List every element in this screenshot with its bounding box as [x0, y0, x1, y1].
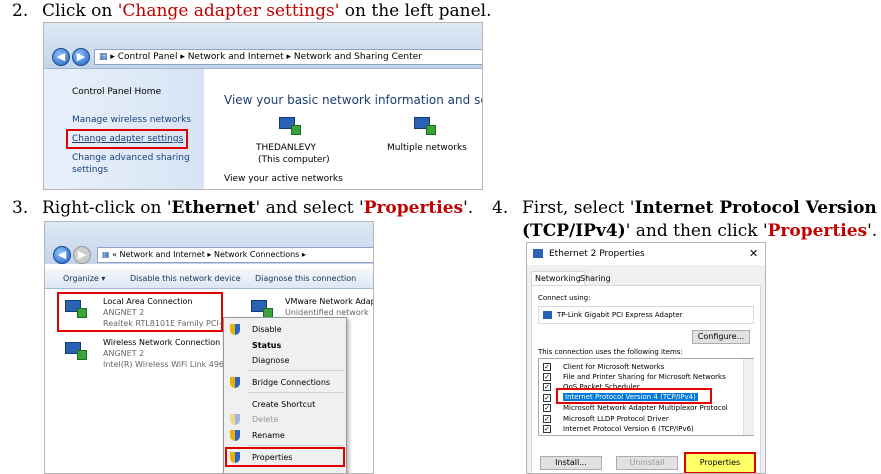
step-2-text: 2. Click on 'Change adapter settings' on … [12, 1, 492, 21]
dialog-title: Ethernet 2 Properties [549, 249, 645, 259]
adapter-status: Unidentified network [285, 308, 369, 317]
address-bar: ◀ ▶ ▦ « Network and Internet ▸ Network C… [45, 222, 373, 264]
item-checkbox[interactable]: ✓ [543, 415, 551, 423]
back-icon[interactable]: ◀ [52, 48, 70, 66]
shield-icon [230, 324, 240, 335]
folder-icon: ▦ [102, 250, 110, 259]
networking-panel: Connect using: TP-Link Gigabit PCI Expre… [531, 285, 761, 473]
highlight-box [66, 129, 188, 149]
change-advanced-sharing-link-line2[interactable]: settings [72, 165, 108, 175]
folder-icon: ▦ [99, 52, 108, 62]
network-icon [414, 117, 436, 135]
menu-item-shortcut[interactable]: Create Shortcut [252, 400, 315, 409]
highlight-box [556, 388, 712, 404]
network-label: Multiple networks [387, 143, 467, 153]
item-checkbox[interactable]: ✓ [543, 404, 551, 412]
item-checkbox[interactable]: ✓ [543, 363, 551, 371]
items-label: This connection uses the following items… [538, 348, 683, 356]
computer-icon [279, 117, 301, 135]
network-connections-screenshot: ◀ ▶ ▦ « Network and Internet ▸ Network C… [44, 221, 374, 474]
step-4-text-line2: (TCP/IPv4)' and then click 'Properties'. [522, 221, 878, 241]
change-advanced-sharing-link[interactable]: Change advanced sharing [72, 153, 190, 163]
item-checkbox[interactable]: ✓ [543, 425, 551, 433]
menu-separator [248, 445, 344, 446]
network-sharing-center-screenshot: ◀ ▶ ▦ ▸ Control Panel ▸ Network and Inte… [43, 22, 483, 190]
menu-item-status[interactable]: Status [252, 341, 281, 350]
properties-button[interactable]: Properties [684, 452, 756, 473]
organize-button[interactable]: Organize ▾ [63, 274, 105, 283]
menu-item-disable[interactable]: Disable [252, 325, 282, 334]
step-number: 3. [12, 198, 29, 218]
menu-item-diagnose[interactable]: Diagnose [252, 356, 289, 365]
adapter-name: Wireless Network Connection [103, 338, 221, 347]
manage-wireless-link[interactable]: Manage wireless networks [72, 115, 191, 125]
breadcrumb[interactable]: ▦ « Network and Internet ▸ Network Conne… [97, 247, 373, 263]
list-item[interactable]: Internet Protocol Version 6 (TCP/IPv6) [563, 425, 694, 433]
toolbar: Organize ▾ Disable this network device D… [45, 269, 373, 289]
shield-icon [230, 414, 240, 425]
list-item[interactable]: Client for Microsoft Networks [563, 363, 664, 371]
address-bar: ◀ ▶ ▦ ▸ Control Panel ▸ Network and Inte… [44, 23, 482, 69]
diagnose-button[interactable]: Diagnose this connection [255, 274, 356, 283]
menu-separator [248, 370, 344, 371]
highlight-text: Properties [363, 198, 464, 218]
menu-item-delete[interactable]: Delete [252, 415, 278, 424]
item-checkbox[interactable]: ✓ [543, 373, 551, 381]
list-item[interactable]: Microsoft Network Adapter Multiplexor Pr… [563, 404, 728, 412]
list-item[interactable]: Microsoft LLDP Protocol Driver [563, 415, 669, 423]
item-checkbox[interactable]: ✓ [543, 383, 551, 391]
control-panel-home-link[interactable]: Control Panel Home [72, 87, 161, 97]
computer-subtitle: (This computer) [258, 155, 330, 165]
install-button[interactable]: Install... [540, 456, 602, 470]
forward-icon[interactable]: ▶ [73, 246, 91, 264]
step-4-text: 4. First, select 'Internet Protocol Versi… [492, 198, 881, 218]
tab-sharing[interactable]: Sharing [577, 272, 614, 285]
item-checkbox[interactable]: ✓ [543, 394, 551, 402]
list-item[interactable]: File and Printer Sharing for Microsoft N… [563, 373, 726, 381]
adapter-name: VMware Network Adap [285, 297, 374, 306]
step-number: 4. [492, 198, 509, 218]
adapter-status: ANGNET 2 [103, 349, 145, 358]
adapter-icon [251, 300, 273, 318]
highlight-text: Change adapter settings [122, 1, 335, 21]
adapter-device: Intel(R) Wireless WiFi Link 4965A [103, 360, 235, 369]
dialog-titlebar: Ethernet 2 Properties ✕ [527, 243, 765, 265]
connect-using-label: Connect using: [538, 294, 591, 302]
menu-item-bridge[interactable]: Bridge Connections [252, 378, 330, 387]
ethernet-properties-screenshot: Ethernet 2 Properties ✕ Networking Shari… [526, 242, 766, 474]
menu-item-rename[interactable]: Rename [252, 431, 285, 440]
step-number: 2. [12, 1, 29, 21]
highlight-box [57, 292, 223, 332]
adapter-field: TP-Link Gigabit PCI Express Adapter [538, 306, 754, 324]
active-networks-label: View your active networks [224, 174, 343, 184]
highlight-text: Properties [767, 221, 868, 241]
forward-icon[interactable]: ▶ [72, 48, 90, 66]
computer-name: THEDANLEVY [256, 143, 316, 153]
shield-icon [230, 377, 240, 388]
adapter-name: TP-Link Gigabit PCI Express Adapter [557, 311, 683, 319]
shield-icon [230, 430, 240, 441]
breadcrumb[interactable]: ▦ ▸ Control Panel ▸ Network and Internet… [94, 49, 482, 65]
back-icon[interactable]: ◀ [53, 246, 71, 264]
highlight-box [225, 447, 345, 467]
adapter-icon [543, 311, 552, 319]
menu-separator [248, 392, 344, 393]
page-heading: View your basic network information and … [224, 93, 483, 107]
configure-button[interactable]: Configure... [692, 330, 750, 344]
uninstall-button[interactable]: Uninstall [616, 456, 678, 470]
scrollbar[interactable] [743, 359, 754, 435]
close-icon[interactable]: ✕ [749, 247, 758, 260]
adapter-icon [533, 249, 543, 258]
step-3-text: 3. Right-click on 'Ethernet' and select '… [12, 198, 474, 218]
disable-device-button[interactable]: Disable this network device [130, 274, 241, 283]
wireless-icon [65, 342, 87, 360]
